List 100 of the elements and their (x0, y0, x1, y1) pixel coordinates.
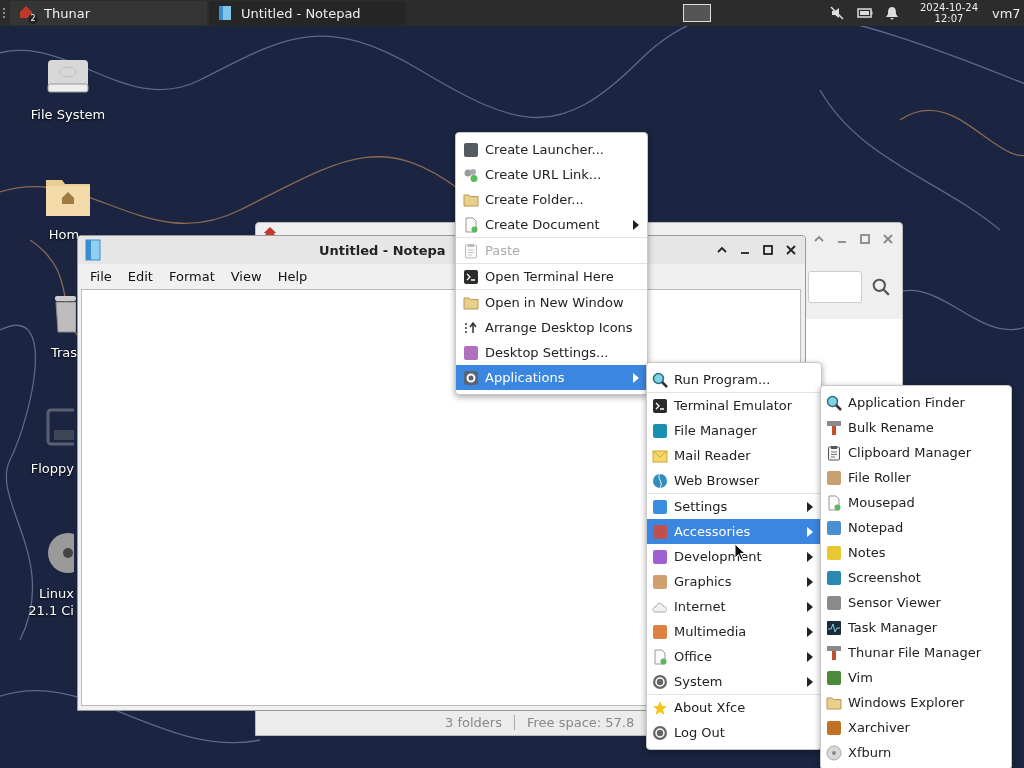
close-button[interactable] (785, 244, 797, 256)
menu-item[interactable]: Create URL Link... (456, 162, 647, 187)
clock-time: 12:07 (934, 13, 964, 24)
terminal-icon (463, 268, 479, 285)
menu-item[interactable]: Thunar File Manager (821, 640, 1011, 665)
search-icon[interactable] (872, 278, 890, 296)
search-icon (826, 394, 842, 411)
menu-item[interactable]: Development (647, 544, 821, 569)
menu-item[interactable]: File Roller (821, 465, 1011, 490)
task-button[interactable]: Untitled - Notepad (209, 1, 406, 25)
desktop-icon-label: File System (30, 106, 106, 123)
menu-item[interactable]: Run Program... (647, 367, 821, 392)
menu-item[interactable]: Application Finder (821, 390, 1011, 415)
menu-item[interactable]: Mail Reader (647, 443, 821, 468)
tile-icon (826, 669, 842, 686)
arrange-icon (463, 319, 479, 336)
globe-icon (652, 472, 668, 489)
hammer-icon (826, 644, 842, 661)
menu-item[interactable]: Sensor Viewer (821, 590, 1011, 615)
menu-item[interactable]: Terminal Emulator (647, 393, 821, 418)
folder-icon (463, 191, 479, 208)
menu-item[interactable]: Graphics (647, 569, 821, 594)
document-icon (826, 494, 842, 511)
tile-icon (652, 498, 668, 515)
muted-speaker-icon[interactable] (829, 5, 845, 21)
tile-icon (826, 469, 842, 486)
menu-item[interactable]: Multimedia (647, 619, 821, 644)
menu-item[interactable]: System (647, 669, 821, 694)
menu-item[interactable]: Accessories (647, 519, 821, 544)
envelope-icon (652, 447, 668, 464)
menu-item[interactable]: Office (647, 644, 821, 669)
gear-icon (463, 369, 479, 386)
submenu-arrow-icon (807, 551, 813, 562)
menu-item[interactable]: About Xfce (647, 695, 821, 720)
task-button[interactable]: 2 Thunar (10, 1, 207, 25)
tile-icon (826, 569, 842, 586)
menu-item[interactable]: File (82, 267, 120, 286)
notepad-icon (217, 5, 233, 21)
menu-item[interactable]: Web Browser (647, 468, 821, 493)
menu-item[interactable]: Vim (821, 665, 1011, 690)
power-icon (652, 724, 668, 741)
battery-icon[interactable] (857, 5, 873, 21)
menu-item[interactable]: Screenshot (821, 565, 1011, 590)
menu-item[interactable]: Bulk Rename (821, 415, 1011, 440)
menu-item[interactable]: Mousepad (821, 490, 1011, 515)
folder-icon (826, 694, 842, 711)
submenu-arrow-icon (807, 626, 813, 637)
menu-item[interactable]: Xfburn (821, 740, 1011, 765)
menu-item[interactable]: Edit (119, 267, 161, 286)
status-text: 3 folders (445, 715, 502, 730)
desktop-icon-label: Hom (48, 226, 80, 243)
tile-icon (826, 719, 842, 736)
menu-item[interactable]: Open in New Window (456, 290, 647, 315)
clock-date: 2024-10-24 (919, 2, 979, 13)
user-name[interactable]: vm7 (992, 5, 1021, 21)
menu-item[interactable]: Create Document (456, 212, 647, 237)
menu-item[interactable]: Clipboard Manager (821, 440, 1011, 465)
folder-icon (463, 294, 479, 311)
notepad-icon (85, 239, 101, 261)
status-text: Free space: 57.8 (513, 715, 635, 730)
menu-item[interactable]: Applications (456, 365, 647, 390)
menu-item[interactable]: Format (160, 267, 223, 286)
menu-item[interactable]: Settings (647, 494, 821, 519)
menu-item[interactable]: Create Launcher... (456, 137, 647, 162)
tile-icon (826, 519, 842, 536)
menu-item[interactable]: Log Out (647, 720, 821, 745)
menu-item[interactable]: Open Terminal Here (456, 264, 647, 289)
window-title: Untitled - Notepa (319, 242, 446, 258)
menu-item[interactable]: Task Manager (821, 615, 1011, 640)
trash-icon[interactable] (54, 294, 76, 334)
menu-item[interactable]: Windows Explorer (821, 690, 1011, 715)
menu-item[interactable]: File Manager (647, 418, 821, 443)
tile-icon (463, 141, 479, 158)
clipboard-icon (463, 242, 479, 259)
maximize-button[interactable] (762, 244, 774, 256)
desktop-icon-label: Tras (50, 344, 78, 361)
menu-item[interactable]: Notepad (821, 515, 1011, 540)
menu-item[interactable]: Help (269, 267, 316, 286)
document-icon (463, 216, 479, 233)
menu-item[interactable]: View (222, 267, 270, 286)
menu-item[interactable]: Desktop Settings... (456, 340, 647, 365)
clipboard-icon (826, 444, 842, 461)
tile-icon (826, 594, 842, 611)
menu-item[interactable]: Arrange Desktop Icons (456, 315, 647, 340)
menu-item[interactable]: Create Folder... (456, 187, 647, 212)
bell-icon[interactable] (884, 5, 900, 21)
workspace-switcher[interactable] (683, 4, 711, 22)
submenu-arrow-icon (633, 219, 639, 230)
tile-icon (652, 548, 668, 565)
menu-item[interactable]: Xarchiver (821, 715, 1011, 740)
link-icon (463, 166, 479, 183)
menu-item[interactable]: Notes (821, 540, 1011, 565)
handle-icon[interactable] (2, 7, 6, 19)
submenu-arrow-icon (807, 576, 813, 587)
search-field[interactable] (808, 271, 862, 303)
desktop-icon-label: Linux 21.1 Ci (27, 585, 74, 619)
menu-item[interactable]: Internet (647, 594, 821, 619)
tile-icon (463, 344, 479, 361)
submenu-arrow-icon (633, 372, 639, 383)
tile-icon (652, 623, 668, 640)
